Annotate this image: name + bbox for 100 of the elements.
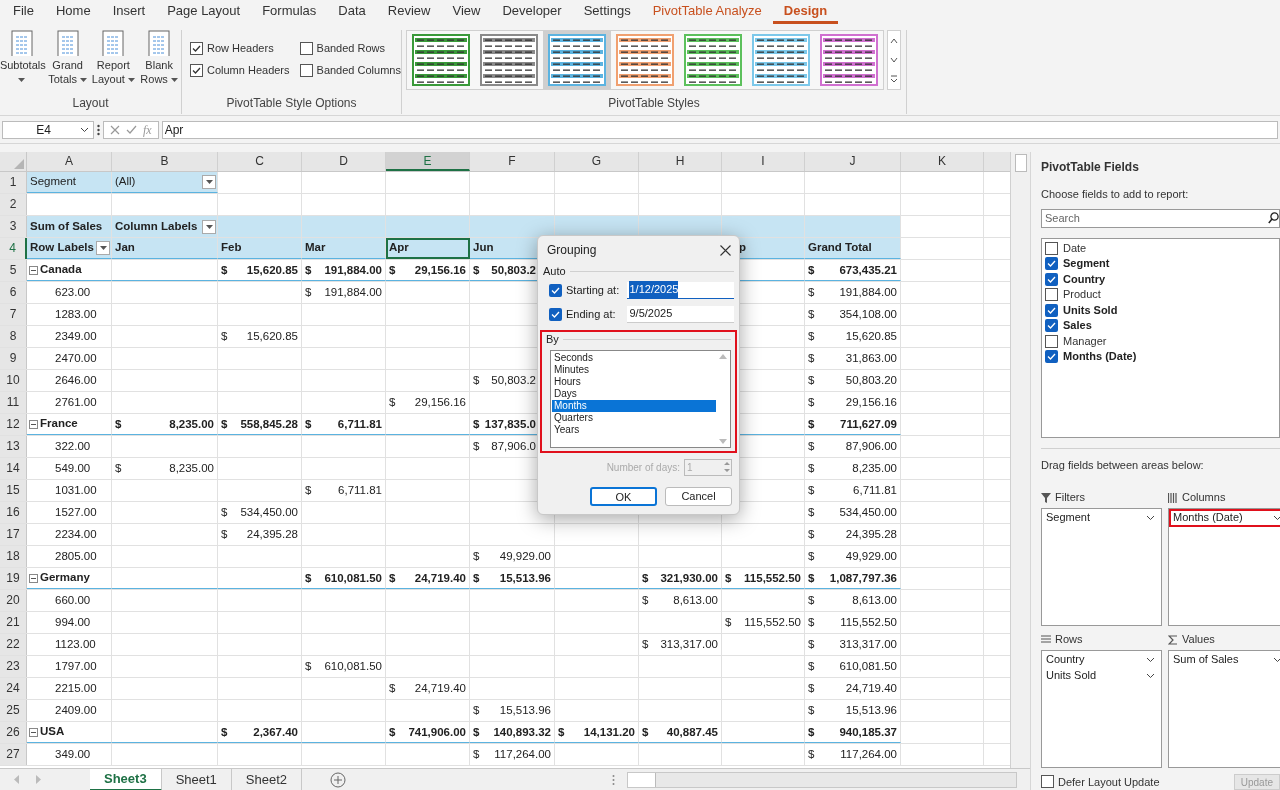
list-option[interactable]: Quarters bbox=[552, 412, 716, 424]
column-header[interactable]: J bbox=[805, 152, 901, 171]
collapse-icon[interactable] bbox=[29, 419, 38, 429]
field-item[interactable]: Product bbox=[1045, 288, 1279, 301]
checkbox[interactable] bbox=[299, 63, 313, 77]
checkbox-option[interactable]: Banded Columns bbox=[299, 62, 401, 78]
menu-tab[interactable]: Home bbox=[44, 0, 102, 24]
area-field[interactable]: Units Sold bbox=[1044, 668, 1159, 683]
checkbox[interactable] bbox=[1045, 241, 1058, 255]
checkbox[interactable] bbox=[1045, 334, 1058, 348]
chevron-icon[interactable] bbox=[1146, 514, 1155, 521]
date-field[interactable]: 1/12/2025 bbox=[627, 281, 734, 299]
checkbox[interactable] bbox=[1045, 319, 1058, 332]
row-header[interactable]: 10 bbox=[0, 370, 27, 391]
row-header[interactable]: 22 bbox=[0, 634, 27, 655]
sheet-tab[interactable]: Sheet3 bbox=[90, 768, 162, 790]
checkbox-option[interactable]: Starting at: bbox=[549, 281, 624, 299]
checkbox[interactable] bbox=[1045, 257, 1058, 270]
enter-icon[interactable] bbox=[126, 125, 137, 134]
search-icon[interactable] bbox=[1268, 211, 1279, 224]
cancel-icon[interactable] bbox=[110, 124, 120, 135]
checkbox[interactable] bbox=[1045, 288, 1058, 301]
sheet-tab[interactable]: Sheet2 bbox=[231, 768, 303, 790]
horizontal-scrollbar[interactable] bbox=[627, 771, 1018, 788]
dialog-button[interactable]: OK bbox=[590, 487, 657, 506]
checkbox[interactable] bbox=[299, 41, 313, 55]
field-item[interactable]: Segment bbox=[1045, 257, 1279, 270]
row-group-label[interactable]: USA bbox=[27, 722, 112, 743]
row-header[interactable]: 21 bbox=[0, 612, 27, 633]
split-handle-icon[interactable] bbox=[612, 773, 616, 786]
menu-tab[interactable]: Developer bbox=[491, 0, 573, 24]
menu-tab[interactable]: View bbox=[441, 0, 492, 24]
row-header[interactable]: 23 bbox=[0, 656, 27, 677]
checkbox[interactable] bbox=[190, 63, 203, 77]
filter-dropdown-button[interactable] bbox=[201, 216, 218, 237]
column-header[interactable]: H bbox=[639, 152, 722, 171]
area-field[interactable]: Sum of Sales bbox=[1171, 652, 1280, 667]
row-header[interactable]: 20 bbox=[0, 590, 27, 611]
field-item[interactable]: Country bbox=[1045, 272, 1279, 286]
field-item[interactable]: Units Sold bbox=[1045, 303, 1279, 317]
row-header[interactable]: 4 bbox=[0, 238, 27, 259]
checkbox-option[interactable]: Row Headers bbox=[190, 40, 290, 56]
area-field[interactable]: Segment bbox=[1044, 510, 1159, 525]
field-item[interactable]: Sales bbox=[1045, 319, 1279, 332]
row-header[interactable]: 13 bbox=[0, 436, 27, 457]
add-sheet-icon[interactable] bbox=[330, 771, 347, 788]
ribbon-button[interactable]: Subtotals bbox=[0, 30, 44, 94]
list-option[interactable]: Seconds bbox=[552, 352, 716, 364]
collapse-icon[interactable] bbox=[29, 265, 38, 275]
row-header[interactable]: 17 bbox=[0, 524, 27, 545]
row-header[interactable]: 26 bbox=[0, 722, 27, 743]
name-box[interactable]: E4 bbox=[2, 120, 94, 139]
row-header[interactable]: 18 bbox=[0, 546, 27, 567]
row-header[interactable]: 16 bbox=[0, 502, 27, 523]
column-header[interactable]: E bbox=[386, 152, 470, 171]
menu-tab[interactable]: Page Layout bbox=[156, 0, 252, 24]
list-option[interactable]: Hours bbox=[552, 376, 716, 388]
row-header[interactable]: 19 bbox=[0, 568, 27, 589]
column-header[interactable]: A bbox=[27, 152, 112, 171]
row-header[interactable]: 24 bbox=[0, 678, 27, 699]
checkbox-option[interactable]: Banded Rows bbox=[299, 40, 401, 56]
filter-dropdown-button[interactable] bbox=[95, 238, 112, 259]
collapse-icon[interactable] bbox=[29, 573, 38, 583]
list-option[interactable]: Minutes bbox=[552, 364, 716, 376]
row-header[interactable]: 5 bbox=[0, 260, 27, 281]
menu-tab[interactable]: Review bbox=[376, 0, 442, 24]
field-item[interactable]: Manager bbox=[1045, 334, 1279, 348]
checkbox[interactable] bbox=[1045, 350, 1058, 363]
area-field[interactable]: Country bbox=[1044, 652, 1159, 667]
row-header[interactable]: 7 bbox=[0, 304, 27, 325]
checkbox[interactable] bbox=[1045, 272, 1058, 286]
vertical-scrollbar[interactable] bbox=[1010, 152, 1030, 768]
checkbox[interactable] bbox=[190, 41, 203, 55]
row-header[interactable]: 12 bbox=[0, 414, 27, 435]
column-header[interactable]: K bbox=[901, 152, 984, 171]
menu-tab[interactable]: Insert bbox=[101, 0, 157, 24]
column-header[interactable]: B bbox=[112, 152, 218, 171]
checkbox[interactable] bbox=[1041, 775, 1054, 789]
row-header[interactable]: 2 bbox=[0, 194, 27, 215]
more-icon[interactable] bbox=[889, 75, 899, 84]
checkbox[interactable] bbox=[1045, 303, 1058, 317]
column-header[interactable]: I bbox=[722, 152, 805, 171]
close-icon[interactable] bbox=[720, 244, 731, 256]
chevron-icon[interactable] bbox=[1273, 656, 1280, 663]
chevron-icon[interactable] bbox=[80, 126, 89, 133]
scroll-up-icon[interactable] bbox=[889, 36, 899, 45]
checkbox[interactable] bbox=[549, 283, 562, 297]
row-header[interactable]: 1 bbox=[0, 172, 27, 193]
row-header[interactable]: 11 bbox=[0, 392, 27, 413]
chevron-icon[interactable] bbox=[1273, 514, 1280, 521]
defer-checkbox[interactable]: Defer Layout Update bbox=[1041, 773, 1160, 790]
list-option[interactable]: Days bbox=[552, 388, 716, 400]
filter-dropdown-button[interactable] bbox=[201, 172, 218, 193]
search-field[interactable]: Search bbox=[1041, 208, 1280, 228]
sheet-tab[interactable]: Sheet1 bbox=[161, 768, 232, 790]
row-header[interactable]: 9 bbox=[0, 348, 27, 369]
area-field[interactable]: Months (Date) bbox=[1171, 510, 1280, 525]
row-header[interactable]: 14 bbox=[0, 458, 27, 479]
checkbox-option[interactable]: Column Headers bbox=[190, 62, 290, 78]
row-header[interactable]: 8 bbox=[0, 326, 27, 347]
